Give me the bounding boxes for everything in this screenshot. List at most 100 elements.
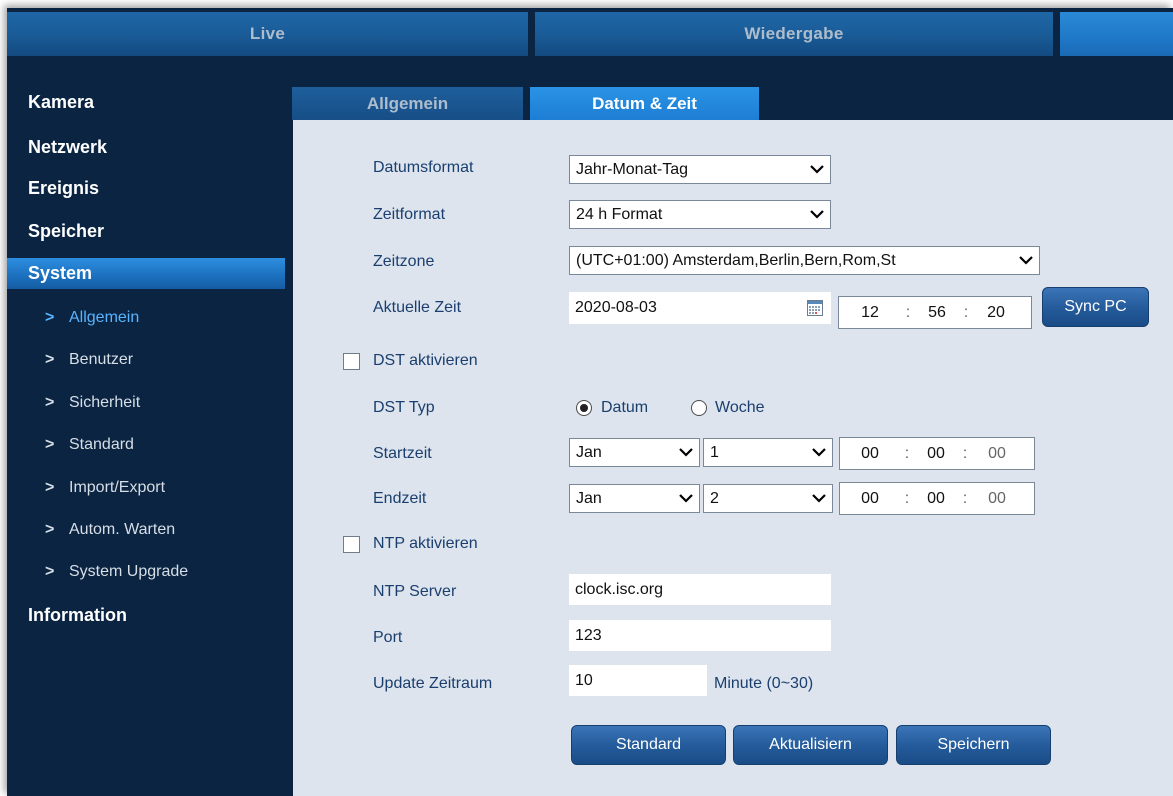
sidebar-item-information[interactable]: Information [28,600,127,630]
dst-type-date-label: Datum [601,399,649,416]
ntp-enable-label: NTP aktivieren [373,535,478,552]
update-period-input[interactable]: 10 [569,665,707,696]
standard-button[interactable]: Standard [571,725,726,765]
start-day-value: 1 [710,443,719,461]
chevron-right-icon: > [45,351,55,368]
end-second: 00 [988,489,1006,507]
sidebar-item-label: Ereignis [28,177,100,198]
start-hour: 00 [861,444,879,462]
save-button[interactable]: Speichern [896,725,1051,765]
tab-live-label: Live [249,24,286,43]
ntp-enable-checkbox[interactable] [343,536,360,553]
ntp-server-label: NTP Server [373,583,457,600]
sync-pc-label: Sync PC [1064,298,1127,315]
update-period-label: Update Zeitraum [373,675,493,692]
chevron-down-icon [679,494,693,503]
timezone-label: Zeitzone [373,253,435,270]
chevron-right-icon: > [45,309,55,326]
sidebar-subitem-label: Import/Export [69,479,166,496]
dst-type-week-label: Woche [715,399,765,416]
sidebar-subitem-label: System Upgrade [69,563,189,580]
sidebar-subitem-autom-warten[interactable]: > Autom. Warten [45,517,175,543]
sidebar-subitem-sicherheit[interactable]: > Sicherheit [45,390,140,416]
chevron-right-icon: > [45,394,55,411]
sidebar-subitem-label: Sicherheit [69,394,141,411]
chevron-right-icon: > [45,563,55,580]
ntp-server-input[interactable]: clock.isc.org [569,574,831,605]
current-date-input[interactable]: 2020-08-03 [569,292,831,324]
time-separator: : [963,303,969,321]
sidebar-item-ereignis[interactable]: Ereignis [28,173,99,203]
end-day-select[interactable]: 2 [703,484,833,513]
start-month-select[interactable]: Jan [569,438,700,467]
end-hour: 00 [861,489,879,507]
chevron-right-icon: > [45,521,55,538]
current-second: 20 [987,303,1005,321]
tab-live[interactable]: Live [7,12,528,56]
dst-type-date-radio[interactable] [576,400,592,416]
standard-button-label: Standard [616,736,681,753]
sidebar-item-label: Information [28,604,127,625]
start-time-label: Startzeit [373,445,432,462]
start-day-select[interactable]: 1 [703,438,833,467]
refresh-button[interactable]: Aktualisiern [733,725,888,765]
start-minute: 00 [927,444,945,462]
date-format-select[interactable]: Jahr-Monat-Tag [569,155,831,184]
time-format-label: Zeitformat [373,206,446,223]
port-input[interactable]: 123 [569,620,831,651]
sidebar-subitem-label: Benutzer [69,351,134,368]
refresh-button-label: Aktualisiern [769,736,852,753]
timezone-value: (UTC+01:00) Amsterdam,Berlin,Bern,Rom,St [576,251,896,269]
current-date-value: 2020-08-03 [575,299,657,316]
sidebar-subitem-standard[interactable]: > Standard [45,432,134,458]
time-format-value: 24 h Format [576,205,663,223]
time-separator: : [905,303,911,321]
chevron-down-icon [679,448,693,457]
sidebar-subitem-label: Autom. Warten [69,521,176,538]
chevron-down-icon [810,210,824,219]
sidebar-item-label: Netzwerk [28,136,108,157]
subtab-allgemein[interactable]: Allgemein [292,87,523,120]
sidebar-item-netzwerk[interactable]: Netzwerk [28,132,107,162]
sidebar-subitem-benutzer[interactable]: > Benutzer [45,347,133,373]
current-time-input[interactable]: 12 : 56 : 20 [838,296,1032,329]
port-label: Port [373,629,403,646]
chevron-down-icon [812,494,826,503]
start-month-value: Jan [576,443,602,461]
chevron-right-icon: > [45,479,55,496]
end-time-input[interactable]: 00 : 00 : 00 [839,482,1035,515]
timezone-select[interactable]: (UTC+01:00) Amsterdam,Berlin,Bern,Rom,St [569,246,1040,275]
end-time-label: Endzeit [373,490,427,507]
sidebar-item-system[interactable]: System [7,258,285,289]
subtab-label: Allgemein [366,93,449,113]
subtab-datum-zeit[interactable]: Datum & Zeit [530,87,759,120]
tab-setup[interactable] [1060,12,1173,56]
time-separator: : [904,444,910,462]
sidebar-subitem-allgemein[interactable]: > Allgemein [45,305,139,331]
tab-wiedergabe[interactable]: Wiedergabe [535,12,1053,56]
sidebar-item-speicher[interactable]: Speicher [28,216,104,246]
sidebar-subitem-label: Allgemein [69,309,140,326]
chevron-down-icon [812,448,826,457]
time-format-select[interactable]: 24 h Format [569,200,831,229]
dst-enable-checkbox[interactable] [343,353,360,370]
end-minute: 00 [927,489,945,507]
sidebar-item-kamera[interactable]: Kamera [28,87,94,117]
date-format-label: Datumsformat [373,159,474,176]
sidebar-subitem-system-upgrade[interactable]: > System Upgrade [45,559,188,585]
start-time-input[interactable]: 00 : 00 : 00 [839,437,1035,470]
sidebar-item-label: System [28,263,93,283]
time-separator: : [904,489,910,507]
dst-type-week-radio[interactable] [691,400,707,416]
calendar-icon[interactable] [807,300,823,316]
sidebar-subitem-import-export[interactable]: > Import/Export [45,475,165,501]
current-time-label: Aktuelle Zeit [373,299,462,316]
sidebar-item-label: Speicher [28,220,105,241]
update-period-unit: Minute (0~30) [714,675,814,692]
sync-pc-button[interactable]: Sync PC [1042,287,1149,327]
current-hour: 12 [861,303,879,321]
end-month-select[interactable]: Jan [569,484,700,513]
app-window: Live Wiedergabe Kamera Netzwerk Ereignis… [7,8,1173,796]
chevron-down-icon [810,165,824,174]
sidebar-item-label: Kamera [28,91,95,112]
